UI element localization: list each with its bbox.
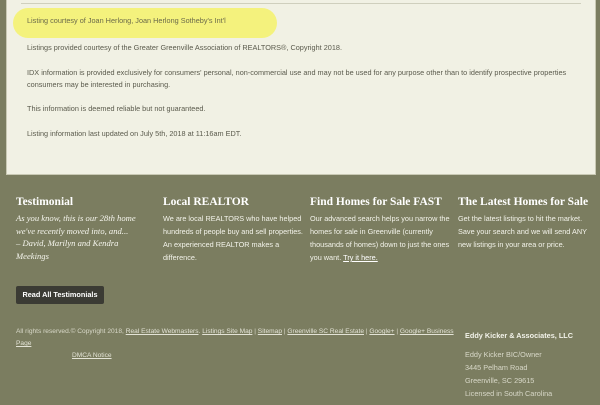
find-homes-section: Find Homes for Sale FAST Our advanced se…: [310, 196, 450, 264]
last-updated-text: Listing information last updated on July…: [27, 129, 242, 138]
sitemap-link[interactable]: Sitemap: [258, 328, 282, 335]
site-footer: Testimonial As you know, this is our 28t…: [0, 176, 600, 405]
google-plus-link[interactable]: Google+: [369, 328, 394, 335]
owner-name: Eddy Kicker BIC/Owner: [465, 350, 542, 359]
idx-disclaimer-text: IDX information is provided exclusively …: [27, 68, 567, 89]
real-estate-webmasters-link[interactable]: Real Estate Webmasters: [126, 328, 199, 335]
find-homes-text: Our advanced search helps you narrow the…: [310, 212, 450, 264]
testimonial-title: Testimonial: [16, 196, 74, 208]
local-realtor-text: We are local REALTORS who have helped hu…: [163, 214, 303, 262]
read-all-testimonials-button[interactable]: Read All Testimonials: [16, 286, 104, 304]
latest-homes-section: The Latest Homes for Sale Get the latest…: [458, 196, 594, 251]
listings-provided-text: Listings provided courtesy of the Greate…: [27, 43, 342, 52]
testimonial-author: – David, Marilyn and Kendra Meekings: [16, 238, 119, 261]
listings-site-map-link[interactable]: Listings Site Map: [202, 328, 252, 335]
greenville-real-estate-link[interactable]: Greenville SC Real Estate: [287, 328, 364, 335]
local-realtor-title: Local REALTOR: [163, 196, 249, 208]
company-name: Eddy Kicker & Associates, LLC: [465, 331, 574, 340]
legal-links: All rights reserved.© Copyright 2018, Re…: [16, 328, 454, 359]
divider: [21, 3, 581, 4]
find-homes-title: Find Homes for Sale FAST: [310, 196, 442, 208]
city-state-zip: Greenville, SC 29615: [465, 376, 535, 385]
testimonial-section: Testimonial As you know, this is our 28t…: [16, 196, 144, 262]
find-homes-description: Our advanced search helps you narrow the…: [310, 214, 450, 262]
latest-homes-title: The Latest Homes for Sale: [458, 196, 589, 208]
local-realtor-section: Local REALTOR We are local REALTORS who …: [163, 196, 303, 264]
testimonial-quote: As you know, this is our 28th home we've…: [16, 213, 136, 236]
listing-courtesy-text: Listing courtesy of Joan Herlong, Joan H…: [27, 16, 226, 25]
latest-homes-text: Get the latest listings to hit the marke…: [458, 214, 587, 249]
license-text: Licensed in South Carolina: [465, 389, 553, 398]
copyright-text: All rights reserved.© Copyright 2018,: [16, 328, 124, 335]
contact-info: Eddy Kicker & Associates, LLC Eddy Kicke…: [465, 331, 595, 400]
reliability-text: This information is deemed reliable but …: [27, 104, 206, 113]
listing-disclaimer-panel: Listing courtesy of Joan Herlong, Joan H…: [6, 0, 596, 175]
dmca-notice-link[interactable]: DMCA Notice: [72, 352, 112, 359]
street-address: 3445 Pelham Road: [465, 363, 528, 372]
try-it-here-link[interactable]: Try it here.: [343, 253, 378, 262]
